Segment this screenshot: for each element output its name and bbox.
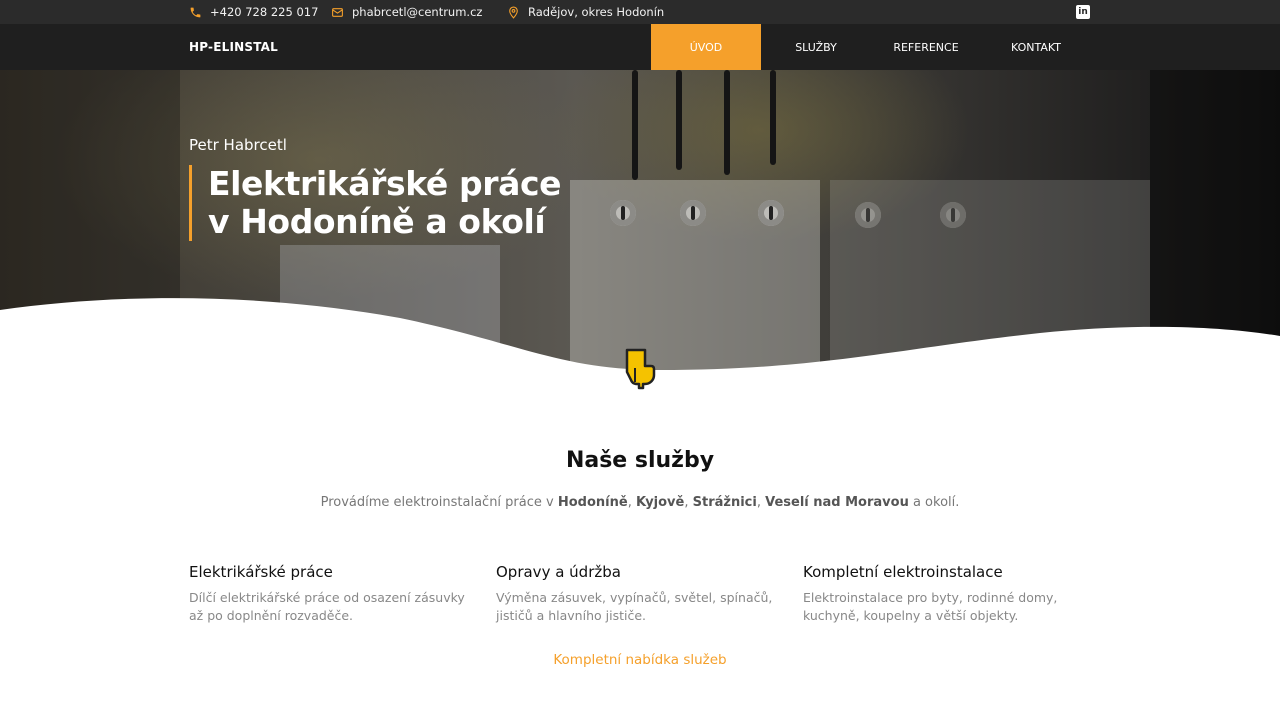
hero-breaker-knob <box>855 202 881 228</box>
hero-wire <box>770 70 776 165</box>
email-contact[interactable]: phabrcetl@centrum.cz <box>331 0 482 24</box>
service-card-repairs: Opravy a údržba Výměna zásuvek, vypínačů… <box>496 563 786 625</box>
lead-separator: , <box>627 495 636 510</box>
services-heading: Naše služby <box>565 448 715 473</box>
hero-wire <box>632 70 638 180</box>
hero-title-line-1: Elektrikářské práce <box>208 164 562 203</box>
pointing-down-hand-icon[interactable] <box>623 346 657 390</box>
hero-title-block: Elektrikářské práce v Hodoníně a okolí <box>189 164 562 241</box>
phone-icon <box>190 7 201 17</box>
location-contact: Radějov, okres Hodonín <box>507 0 664 24</box>
town-kyjov: Kyjově <box>635 495 685 510</box>
contact-bar: +420 728 225 017 phabrcetl@centrum.cz Ra… <box>0 0 1280 24</box>
service-card-title: Kompletní elektroinstalace <box>803 563 1003 581</box>
hero-breaker-knob <box>758 200 784 226</box>
services-lead: Provádíme elektroinstalační práce v Hodo… <box>0 495 1280 510</box>
town-veseli: Veselí nad Moravou <box>765 495 909 510</box>
service-card-title: Elektrikářské práce <box>189 563 333 581</box>
hero-breaker-knob <box>680 200 706 226</box>
service-card-title: Opravy a údržba <box>496 563 621 581</box>
phone-number: +420 728 225 017 <box>210 5 319 19</box>
nav-item-kontakt[interactable]: KONTAKT <box>981 24 1091 70</box>
lead-separator: , <box>756 495 766 510</box>
location-text: Radějov, okres Hodonín <box>528 5 665 19</box>
nav-item-reference[interactable]: REFERENCE <box>871 24 981 70</box>
service-card-complete-installation: Kompletní elektroinstalace Elektroinstal… <box>803 563 1093 625</box>
hero-breaker-knob <box>940 202 966 228</box>
lead-separator: , <box>684 495 693 510</box>
site-logo[interactable]: HP-ELINSTAL <box>189 24 278 70</box>
town-hodonin: Hodoníně <box>557 495 628 510</box>
town-straznice: Strážnici <box>692 495 757 510</box>
service-card-electrical-work: Elektrikářské práce Dílčí elektrikářské … <box>189 563 479 625</box>
services-lead-suffix: a okolí. <box>908 495 960 510</box>
phone-contact[interactable]: +420 728 225 017 <box>189 0 318 24</box>
services-lead-prefix: Provádíme elektroinstalační práce v <box>320 495 558 510</box>
hero-subtitle: Petr Habrcetl <box>189 136 287 154</box>
nav-item-uvod[interactable]: ÚVOD <box>651 24 761 70</box>
main-navigation: HP-ELINSTAL ÚVOD SLUŽBY REFERENCE KONTAK… <box>0 24 1280 70</box>
service-card-text: Elektroinstalace pro byty, rodinné domy,… <box>803 590 1058 623</box>
hero-title-line-2: v Hodoníně a okolí <box>208 202 546 241</box>
service-card-text: Dílčí elektrikářské práce od osazení zás… <box>189 590 465 623</box>
hero-wire <box>676 70 682 170</box>
hero-breaker-knob <box>610 200 636 226</box>
hero-wire <box>724 70 730 175</box>
nav-item-sluzby[interactable]: SLUŽBY <box>761 24 871 70</box>
all-services-link[interactable]: Kompletní nabídka služeb <box>0 652 1280 668</box>
email-address: phabrcetl@centrum.cz <box>352 5 483 19</box>
mail-icon <box>332 7 343 17</box>
linkedin-icon[interactable]: in <box>1076 5 1090 19</box>
service-card-text: Výměna zásuvek, vypínačů, světel, spínač… <box>496 590 773 623</box>
map-pin-icon <box>509 6 518 19</box>
